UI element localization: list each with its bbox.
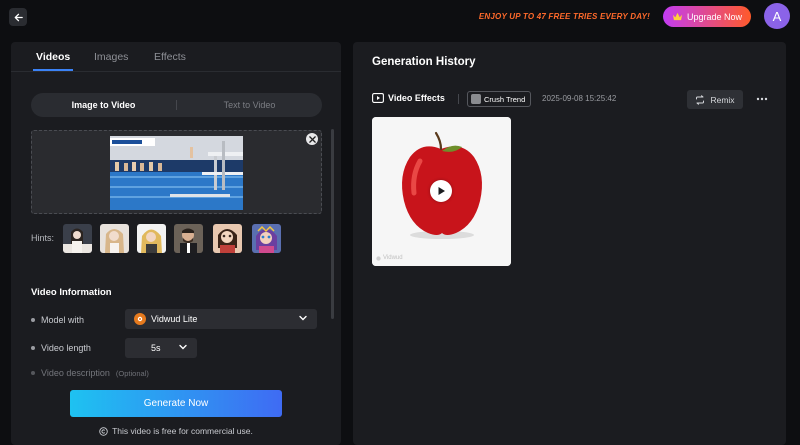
close-icon <box>308 135 316 143</box>
avatar[interactable]: A <box>764 3 790 29</box>
upgrade-button[interactable]: Upgrade Now <box>663 6 751 27</box>
play-icon <box>438 187 445 195</box>
video-information-title: Video Information <box>31 287 112 298</box>
promo-banner: ENJOY UP TO 47 FREE TRIES EVERY DAY! <box>478 12 650 21</box>
arrow-left-icon <box>14 13 23 21</box>
vidwud-watermark: Vidwud <box>376 255 403 261</box>
length-select[interactable]: 5s <box>125 338 197 358</box>
remove-image-button[interactable] <box>306 133 318 145</box>
hint-image-6 <box>252 224 281 253</box>
generation-history-title: Generation History <box>372 56 476 68</box>
more-options-button[interactable] <box>754 91 770 107</box>
image-upload-area[interactable] <box>31 130 322 214</box>
tab-bar: Videos Images Effects <box>11 42 341 72</box>
crown-icon <box>672 12 682 21</box>
vidwud-logo-icon <box>376 255 381 261</box>
generate-now-button[interactable]: Generate Now <box>70 390 282 417</box>
mode-image-to-video[interactable]: Image to Video <box>31 93 176 117</box>
history-timestamp: 2025-09-08 15:25:42 <box>542 94 617 103</box>
remix-button[interactable]: Remix <box>687 90 743 109</box>
generator-panel: Videos Images Effects Image to Video Tex… <box>11 42 341 445</box>
description-label: Video description <box>41 368 110 378</box>
chevron-down-icon <box>179 344 187 350</box>
hint-image-3 <box>137 224 166 253</box>
chevron-down-icon <box>299 315 307 321</box>
length-value: 5s <box>151 343 161 353</box>
hint-image-5 <box>213 224 242 253</box>
trend-label: Crush Trend <box>484 94 526 104</box>
hint-thumbnail-3[interactable] <box>137 224 166 253</box>
generated-video-card[interactable]: Vidwud <box>372 117 511 266</box>
description-label-row: Video description (Optional) <box>31 368 149 378</box>
model-label-row: Model with <box>31 315 84 325</box>
video-effects-text: Video Effects <box>388 93 445 103</box>
hint-thumbnail-5[interactable] <box>213 224 242 253</box>
bullet-dot <box>31 318 35 322</box>
top-bar: ENJOY UP TO 47 FREE TRIES EVERY DAY! Upg… <box>0 0 800 34</box>
scrollbar-thumb[interactable] <box>331 129 334 319</box>
upgrade-label: Upgrade Now <box>686 11 743 22</box>
active-tab-indicator <box>33 69 73 71</box>
crush-trend-badge: Crush Trend <box>467 91 532 107</box>
hint-thumbnail-6[interactable] <box>252 224 281 253</box>
hint-image-4 <box>174 224 203 253</box>
model-select[interactable]: Vidwud Lite <box>125 309 317 329</box>
hint-image-2 <box>100 224 129 253</box>
history-item-header: Video Effects Crush Trend 2025-09-08 15:… <box>372 90 772 109</box>
hint-image-1 <box>63 224 92 253</box>
vidwud-logo-icon <box>134 313 146 325</box>
commercial-note-text: This video is free for commercial use. <box>112 426 253 436</box>
generation-history-panel: Generation History Video Effects Crush T… <box>353 42 786 445</box>
hint-thumbnail-2[interactable] <box>100 224 129 253</box>
commercial-note: This video is free for commercial use. <box>11 426 341 436</box>
mode-text-to-video[interactable]: Text to Video <box>177 93 322 117</box>
info-divider <box>458 94 459 104</box>
length-label: Video length <box>41 343 91 353</box>
copyright-icon <box>99 426 108 436</box>
hint-thumbnail-4[interactable] <box>174 224 203 253</box>
model-value: Vidwud Lite <box>151 314 198 324</box>
hint-thumbnail-1[interactable] <box>63 224 92 253</box>
trend-thumbnail <box>471 94 481 104</box>
tab-videos[interactable]: Videos <box>36 51 70 63</box>
tab-images[interactable]: Images <box>94 51 128 63</box>
description-optional: (Optional) <box>115 368 149 378</box>
bullet-dot <box>31 371 35 375</box>
diving-scene-image <box>110 136 243 210</box>
bullet-dot <box>31 346 35 350</box>
video-effects-label: Video Effects <box>372 93 445 103</box>
play-button[interactable] <box>430 180 452 202</box>
mode-switch: Image to Video Text to Video <box>31 93 322 117</box>
model-label: Model with <box>41 315 85 325</box>
remix-icon <box>696 94 705 105</box>
remix-label: Remix <box>710 94 735 105</box>
uploaded-image-preview <box>110 136 243 210</box>
hints-label: Hints: <box>31 233 55 243</box>
length-label-row: Video length <box>31 343 91 353</box>
video-play-icon <box>372 93 384 103</box>
back-button[interactable] <box>9 8 27 26</box>
more-horizontal-icon <box>756 97 768 101</box>
tab-effects[interactable]: Effects <box>154 51 186 63</box>
